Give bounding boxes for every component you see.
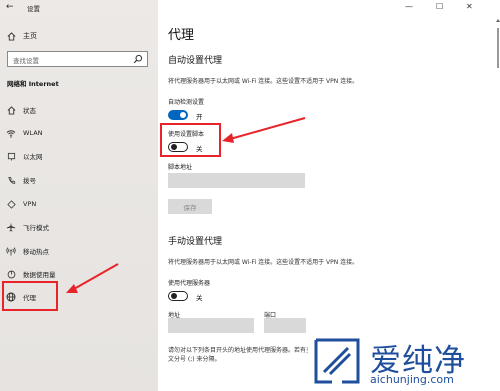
arrow-to-proxy-item [66,263,119,293]
arrow-to-script-toggle [222,117,306,143]
watermark-url: aichunjing.com [370,373,454,386]
watermark-logo-icon [314,338,360,384]
watermark: 爱纯净 aichunjing.com [308,333,500,391]
